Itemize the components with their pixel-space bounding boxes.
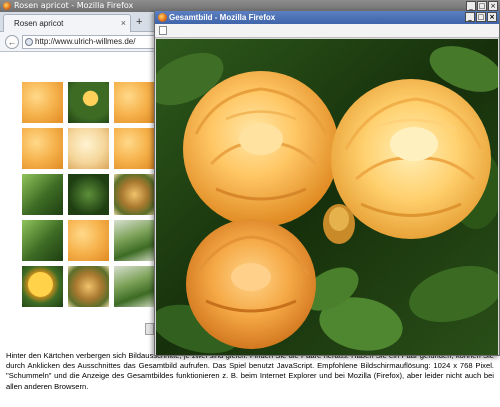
- new-tab-button[interactable]: +: [136, 16, 142, 28]
- memory-card-grid: [22, 82, 155, 310]
- background-window-title: Rosen apricot - Mozilla Firefox: [14, 1, 134, 10]
- firefox-logo-icon: [158, 13, 167, 22]
- popup-window-gesamtbild: Gesamtbild - Mozilla Firefox _ □ ×: [154, 10, 500, 356]
- maximize-button[interactable]: □: [476, 12, 486, 22]
- url-bar[interactable]: http://www.ulrich-willmes.de/: [22, 35, 156, 49]
- globe-icon: [25, 38, 33, 46]
- memory-card-tile[interactable]: [22, 128, 63, 169]
- back-button[interactable]: ←: [5, 35, 19, 49]
- popup-window-title: Gesamtbild - Mozilla Firefox: [169, 13, 276, 22]
- page-icon: [159, 26, 167, 35]
- tab-close-icon[interactable]: ×: [121, 18, 126, 28]
- game-description: Hinter den Kärtchen verbergen sich Bilda…: [6, 351, 494, 391]
- memory-card-tile[interactable]: [22, 82, 63, 123]
- url-text: http://www.ulrich-willmes.de/: [35, 37, 136, 46]
- background-close-button[interactable]: ×: [488, 1, 498, 11]
- memory-card-tile[interactable]: [68, 174, 109, 215]
- tab-label: Rosen apricot: [14, 19, 64, 28]
- close-button[interactable]: ×: [487, 12, 497, 22]
- popup-location-bar[interactable]: [155, 24, 499, 38]
- memory-card-tile[interactable]: [114, 128, 155, 169]
- memory-card-tile[interactable]: [22, 174, 63, 215]
- memory-card-tile[interactable]: [114, 174, 155, 215]
- memory-card-tile[interactable]: [114, 82, 155, 123]
- scroll-button[interactable]: [145, 323, 154, 335]
- full-rose-image: [156, 39, 498, 355]
- memory-card-tile[interactable]: [68, 266, 109, 307]
- memory-card-tile[interactable]: [114, 220, 155, 261]
- memory-card-tile[interactable]: [68, 220, 109, 261]
- memory-card-tile[interactable]: [114, 266, 155, 307]
- popup-title-bar[interactable]: Gesamtbild - Mozilla Firefox _ □ ×: [155, 11, 499, 24]
- memory-card-tile[interactable]: [68, 128, 109, 169]
- memory-card-tile[interactable]: [22, 220, 63, 261]
- firefox-logo-icon: [3, 2, 11, 10]
- minimize-button[interactable]: _: [465, 12, 475, 22]
- tab-rosen-apricot[interactable]: Rosen apricot ×: [3, 14, 131, 32]
- background-maximize-button[interactable]: □: [477, 1, 487, 11]
- memory-card-tile[interactable]: [22, 266, 63, 307]
- popup-window-controls: _ □ ×: [465, 12, 497, 22]
- background-minimize-button[interactable]: _: [466, 1, 476, 11]
- memory-card-tile[interactable]: [68, 82, 109, 123]
- background-window-controls: _ □ ×: [466, 1, 498, 11]
